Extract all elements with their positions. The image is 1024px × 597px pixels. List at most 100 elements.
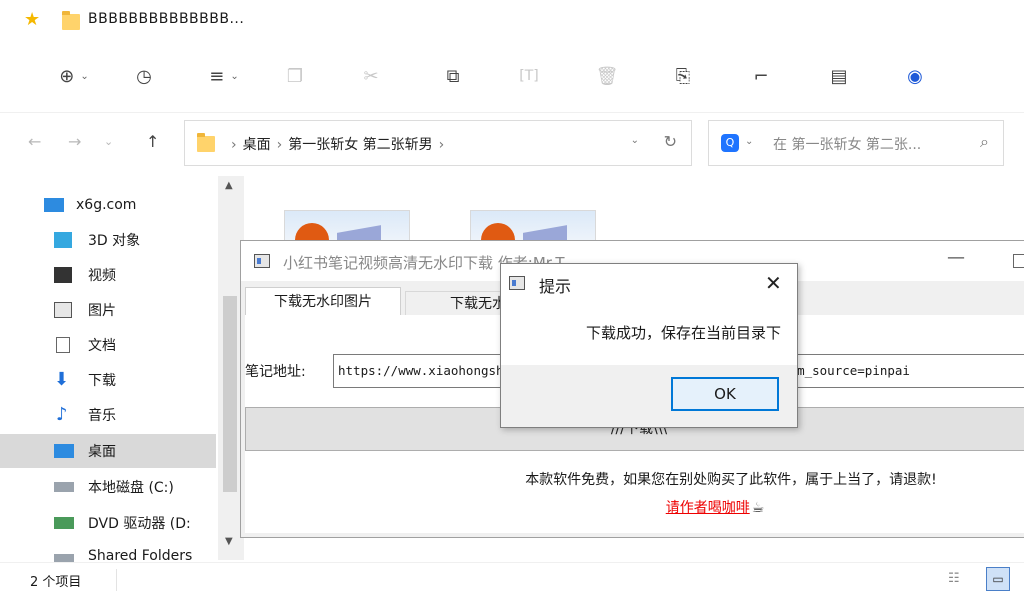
desktop-icon bbox=[54, 444, 74, 458]
history-button[interactable]: ◷ bbox=[128, 62, 160, 90]
pictures-icon bbox=[54, 302, 72, 318]
nav-item-3d-objects[interactable]: 3D 对象 bbox=[0, 223, 216, 257]
breadcrumb-item[interactable]: 桌面 bbox=[243, 137, 271, 153]
nav-item-desktop[interactable]: 桌面 bbox=[0, 434, 216, 468]
scroll-up-icon[interactable]: ▲ bbox=[225, 180, 233, 191]
nav-item-label: DVD 驱动器 (D: bbox=[88, 516, 191, 532]
dialog-titlebar: 提示 ✕ bbox=[501, 264, 797, 302]
nav-item-dvd-drive[interactable]: DVD 驱动器 (D: bbox=[0, 506, 216, 540]
crop-icon: ⌐ bbox=[753, 65, 769, 87]
scrollbar-thumb[interactable] bbox=[223, 296, 237, 492]
large-icons-view-icon[interactable]: ▭ bbox=[986, 567, 1010, 591]
dialog-message: 下载成功，保存在当前目录下 bbox=[585, 324, 781, 342]
close-icon[interactable]: ✕ bbox=[765, 271, 782, 295]
forward-arrow-icon[interactable]: → bbox=[68, 132, 81, 151]
back-arrow-icon[interactable]: ← bbox=[28, 132, 41, 151]
nav-item-local-disk[interactable]: 本地磁盘 (C:) bbox=[0, 470, 216, 504]
ok-button[interactable]: OK bbox=[671, 377, 779, 411]
nav-item-label: 视频 bbox=[88, 268, 116, 284]
dvd-icon bbox=[54, 517, 74, 529]
app-window-icon bbox=[254, 254, 270, 268]
folder-icon bbox=[197, 133, 215, 152]
search-input[interactable]: 在 第一张斩女 第二张... bbox=[773, 134, 921, 154]
video-icon bbox=[54, 267, 72, 283]
cube-icon bbox=[54, 232, 72, 248]
chevron-down-icon[interactable]: ⌄ bbox=[631, 135, 639, 146]
buy-coffee-link[interactable]: 请作者喝咖啡 ☕ bbox=[241, 497, 1024, 517]
tab-download-images[interactable]: 下载无水印图片 bbox=[245, 287, 401, 315]
refresh-icon[interactable]: ↻ bbox=[664, 132, 677, 151]
search-icon[interactable]: ⌕ bbox=[980, 132, 989, 152]
app-button[interactable]: ◉ bbox=[900, 62, 930, 90]
share-icon: ⎘ bbox=[675, 65, 691, 87]
nav-item-label: 音乐 bbox=[88, 408, 116, 424]
star-icon[interactable]: ★ bbox=[24, 11, 40, 29]
free-software-notice: 本款软件免费，如果您在别处购买了此软件，属于上当了，请退款! bbox=[525, 472, 937, 488]
document-icon bbox=[56, 337, 70, 353]
drive-icon bbox=[54, 482, 74, 492]
nav-item-shared-folders[interactable]: Shared Folders bbox=[0, 542, 216, 562]
copy-to-button[interactable]: ⧉ bbox=[438, 62, 468, 90]
nav-item-label: x6g.com bbox=[76, 197, 137, 213]
share-button[interactable]: ⎘ bbox=[668, 62, 698, 90]
cut-icon: ✂ bbox=[363, 65, 379, 87]
chevron-down-icon: ⌄ bbox=[230, 70, 239, 82]
delete-button[interactable]: 🗑 bbox=[592, 62, 622, 90]
nav-item-documents[interactable]: 文档 bbox=[0, 328, 216, 362]
nav-item-label: 3D 对象 bbox=[88, 233, 141, 249]
rename-button[interactable]: [T] bbox=[514, 62, 544, 90]
copy-to-icon: ⧉ bbox=[446, 65, 460, 87]
status-divider bbox=[116, 569, 117, 591]
new-button[interactable]: ⊕ ⌄ bbox=[50, 62, 98, 90]
nav-item-label: Shared Folders bbox=[88, 548, 193, 562]
download-icon: ⬇ bbox=[54, 369, 70, 390]
address-bar[interactable]: › 桌面 › 第一张斩女 第二张斩男 › ⌄ ↻ bbox=[184, 120, 692, 166]
chevron-down-icon[interactable]: ⌄ bbox=[745, 136, 753, 147]
nav-item-music[interactable]: ♪ 音乐 bbox=[0, 398, 216, 432]
cut-button[interactable]: ✂ bbox=[356, 62, 386, 90]
copy-button[interactable]: ❐ bbox=[280, 62, 310, 90]
nav-item-label: 文档 bbox=[88, 338, 116, 354]
properties-icon: ▤ bbox=[830, 65, 848, 87]
maximize-icon[interactable] bbox=[1013, 254, 1024, 268]
up-arrow-icon[interactable]: ↑ bbox=[146, 132, 159, 151]
nav-item-videos[interactable]: 视频 bbox=[0, 258, 216, 292]
nav-item-label: 图片 bbox=[88, 303, 116, 319]
nav-item-computer[interactable]: x6g.com bbox=[0, 188, 216, 222]
nav-item-pictures[interactable]: 图片 bbox=[0, 293, 216, 327]
status-bar: 2 个项目 ☷ ▭ bbox=[0, 562, 1024, 597]
navigation-pane: x6g.com 3D 对象 视频 图片 文档 ⬇ 下载 ♪ 音乐 桌面 本地磁盘… bbox=[0, 176, 244, 562]
minimize-icon[interactable]: — bbox=[947, 247, 965, 268]
coffee-cup-icon: ☕ bbox=[751, 500, 765, 516]
breadcrumb: › 桌面 › 第一张斩女 第二张斩男 › bbox=[231, 137, 445, 153]
computer-icon bbox=[44, 198, 64, 212]
scroll-down-icon[interactable]: ▼ bbox=[225, 536, 233, 547]
buy-coffee-label[interactable]: 请作者喝咖啡 bbox=[666, 500, 750, 516]
nav-item-label: 下载 bbox=[88, 373, 116, 389]
new-icon: ⊕ bbox=[59, 65, 75, 87]
command-toolbar: ⊕ ⌄ ◷ ≡ ⌄ ❐ ✂ ⧉ [T] 🗑 ⎘ ⌐ ▤ ◉ bbox=[0, 44, 1024, 113]
crop-button[interactable]: ⌐ bbox=[746, 62, 776, 90]
nav-item-label: 桌面 bbox=[88, 444, 116, 460]
message-dialog: 提示 ✕ 下载成功，保存在当前目录下 OK bbox=[500, 263, 798, 428]
dialog-title: 提示 bbox=[539, 277, 572, 296]
nav-item-downloads[interactable]: ⬇ 下载 bbox=[0, 363, 216, 397]
recent-chevron-icon[interactable]: ⌄ bbox=[104, 135, 113, 148]
folder-icon bbox=[62, 11, 80, 30]
chevron-down-icon: ⌄ bbox=[80, 70, 89, 82]
music-icon: ♪ bbox=[56, 404, 68, 425]
breadcrumb-item[interactable]: 第一张斩女 第二张斩男 bbox=[288, 137, 432, 153]
note-address-label: 笔记地址: bbox=[245, 364, 306, 380]
properties-button[interactable]: ▤ bbox=[824, 62, 854, 90]
dialog-window-icon bbox=[509, 276, 525, 290]
network-icon bbox=[54, 554, 74, 562]
item-count: 2 个项目 bbox=[30, 575, 82, 590]
search-engine-icon[interactable]: Q bbox=[721, 134, 739, 152]
rename-icon: [T] bbox=[519, 68, 539, 84]
view-menu-button[interactable]: ≡ ⌄ bbox=[200, 62, 248, 90]
search-box[interactable]: Q ⌄ 在 第一张斩女 第二张... ⌕ bbox=[708, 120, 1004, 166]
details-view-icon[interactable]: ☷ bbox=[948, 571, 964, 587]
address-row: ← → ⌄ ↑ › 桌面 › 第一张斩女 第二张斩男 › ⌄ ↻ Q ⌄ 在 第一张斩女… bbox=[0, 120, 1024, 166]
dialog-footer: OK bbox=[501, 365, 797, 427]
app-icon: ◉ bbox=[907, 65, 923, 87]
